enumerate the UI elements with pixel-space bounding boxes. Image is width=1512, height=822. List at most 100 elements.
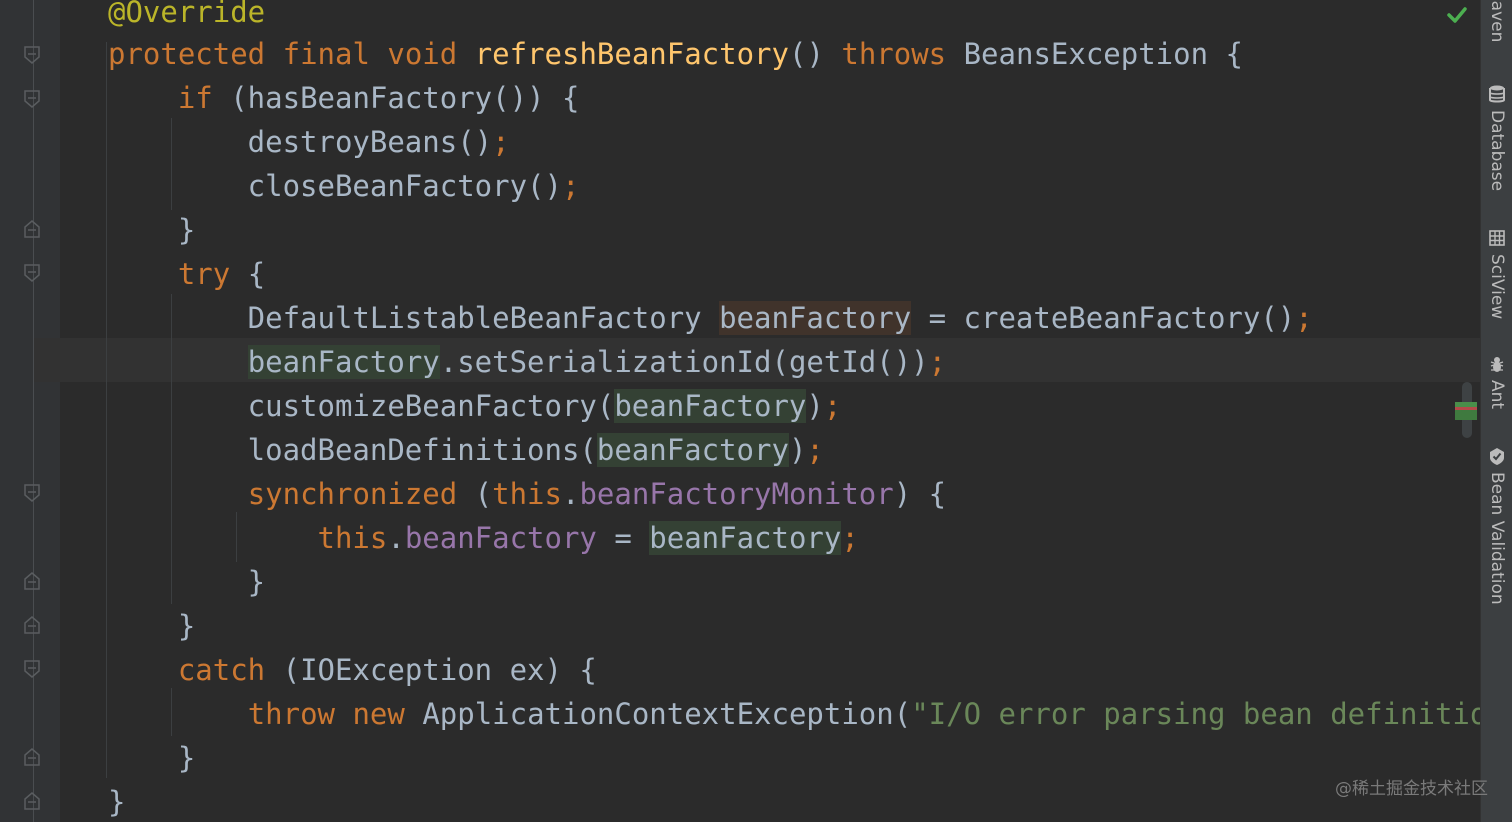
code-token: beanFactory <box>649 521 842 555</box>
change-marker <box>1455 410 1477 420</box>
code-token: ; <box>492 125 510 159</box>
code-token: .setSerializationId(getId()) <box>439 345 929 379</box>
watermark: @稀土掘金技术社区 <box>1335 779 1488 799</box>
code-line[interactable]: beanFactory.setSerializationId(getId()); <box>108 340 946 384</box>
fold-marker-if[interactable] <box>24 90 40 108</box>
code-token: (IOException ex) { <box>265 653 597 687</box>
code-line[interactable]: } <box>108 780 125 822</box>
code-token: refreshBeanFactory <box>474 37 789 71</box>
code-token: throw <box>247 697 335 731</box>
gutter <box>0 0 60 822</box>
code-token: ; <box>928 345 947 379</box>
ant-icon <box>1487 354 1507 374</box>
code-token: } <box>108 741 196 775</box>
code-line[interactable]: try { <box>108 252 265 296</box>
sciview-icon <box>1487 228 1507 248</box>
code-token: ) { <box>893 477 947 511</box>
code-line[interactable]: throw new ApplicationContextException("I… <box>108 692 1480 736</box>
code-editor[interactable]: @Override protected final void refreshBe… <box>0 0 1480 822</box>
fold-marker-synchronized-end[interactable] <box>24 572 40 590</box>
code-token: throws <box>841 37 947 71</box>
code-token: customizeBeanFactory( <box>108 389 615 423</box>
code-line[interactable]: if (hasBeanFactory()) { <box>108 76 580 120</box>
code-token: ( <box>457 477 493 511</box>
code-line[interactable]: destroyBeans(); <box>108 120 510 164</box>
code-line[interactable]: catch (IOException ex) { <box>108 648 597 692</box>
database-icon <box>1487 84 1507 104</box>
code-line[interactable]: @Override <box>108 0 265 34</box>
code-token: ; <box>806 433 824 467</box>
fold-marker-synchronized[interactable] <box>24 484 40 502</box>
code-token: ; <box>1295 301 1313 335</box>
code-line[interactable]: customizeBeanFactory(beanFactory); <box>108 384 841 428</box>
code-token: beanFactory <box>247 345 440 379</box>
tool-label: SciView <box>1487 254 1507 320</box>
code-token: beanFactoryMonitor <box>579 477 894 511</box>
code-token: } <box>108 565 266 599</box>
tool-label: Maven <box>1487 0 1507 43</box>
tool-label: Database <box>1487 110 1507 192</box>
fold-marker-try-end[interactable] <box>24 616 40 634</box>
code-token: } <box>108 213 196 247</box>
code-token: beanFactory <box>596 433 789 467</box>
code-token: BeansException { <box>946 37 1243 71</box>
code-line[interactable]: protected final void refreshBeanFactory(… <box>108 32 1243 76</box>
code-line[interactable]: synchronized (this.beanFactoryMonitor) { <box>108 472 946 516</box>
code-token: ; <box>841 521 859 555</box>
code-line[interactable]: DefaultListableBeanFactory beanFactory =… <box>108 296 1313 340</box>
code-token: new <box>352 697 405 731</box>
code-token: ) <box>788 433 807 467</box>
fold-marker-catch[interactable] <box>24 660 40 678</box>
code-token: ApplicationContextException( <box>404 697 912 731</box>
code-token: try <box>177 257 231 291</box>
code-line[interactable]: } <box>108 560 265 604</box>
code-token: destroyBeans() <box>108 125 493 159</box>
right-tool-window-bar: Maven Database SciView Ant Bean Validati… <box>1480 0 1512 822</box>
code-line[interactable]: } <box>108 604 195 648</box>
code-token: DefaultListableBeanFactory <box>108 301 720 335</box>
code-token: beanFactory <box>614 389 807 423</box>
code-token: this <box>317 521 388 555</box>
check-icon[interactable] <box>1446 4 1468 26</box>
code-token: protected <box>108 37 266 71</box>
code-token: beanFactory <box>719 301 912 335</box>
code-token: synchronized <box>247 477 458 511</box>
code-token: (hasBeanFactory()) { <box>212 81 580 115</box>
code-line[interactable]: closeBeanFactory(); <box>108 164 580 208</box>
code-line[interactable]: } <box>108 736 195 780</box>
code-token: closeBeanFactory() <box>108 169 562 203</box>
code-token: void <box>387 37 458 71</box>
code-token: = <box>596 521 650 555</box>
gutter-divider <box>33 0 34 822</box>
code-token: this <box>492 477 562 511</box>
code-token: ) <box>806 389 824 423</box>
code-token: } <box>108 785 126 819</box>
code-token: . <box>561 477 580 511</box>
code-line[interactable]: loadBeanDefinitions(beanFactory); <box>108 428 824 472</box>
code-token: ; <box>823 389 842 423</box>
tool-label: Bean Validation <box>1487 472 1507 605</box>
code-token: = createBeanFactory() <box>911 301 1296 335</box>
code-token: "I/O error parsing bean definition sour <box>911 697 1480 731</box>
code-token: () <box>788 37 842 71</box>
code-line[interactable]: this.beanFactory = beanFactory; <box>108 516 859 560</box>
code-token: ; <box>561 169 580 203</box>
fold-marker-catch-end[interactable] <box>24 748 40 766</box>
fold-marker-method[interactable] <box>24 46 40 64</box>
code-token: } <box>108 609 196 643</box>
code-token: final <box>282 37 370 71</box>
fold-marker-try[interactable] <box>24 264 40 282</box>
fold-marker-if-end[interactable] <box>24 220 40 238</box>
fold-marker-method-end[interactable] <box>24 792 40 810</box>
code-line[interactable]: } <box>108 208 195 252</box>
